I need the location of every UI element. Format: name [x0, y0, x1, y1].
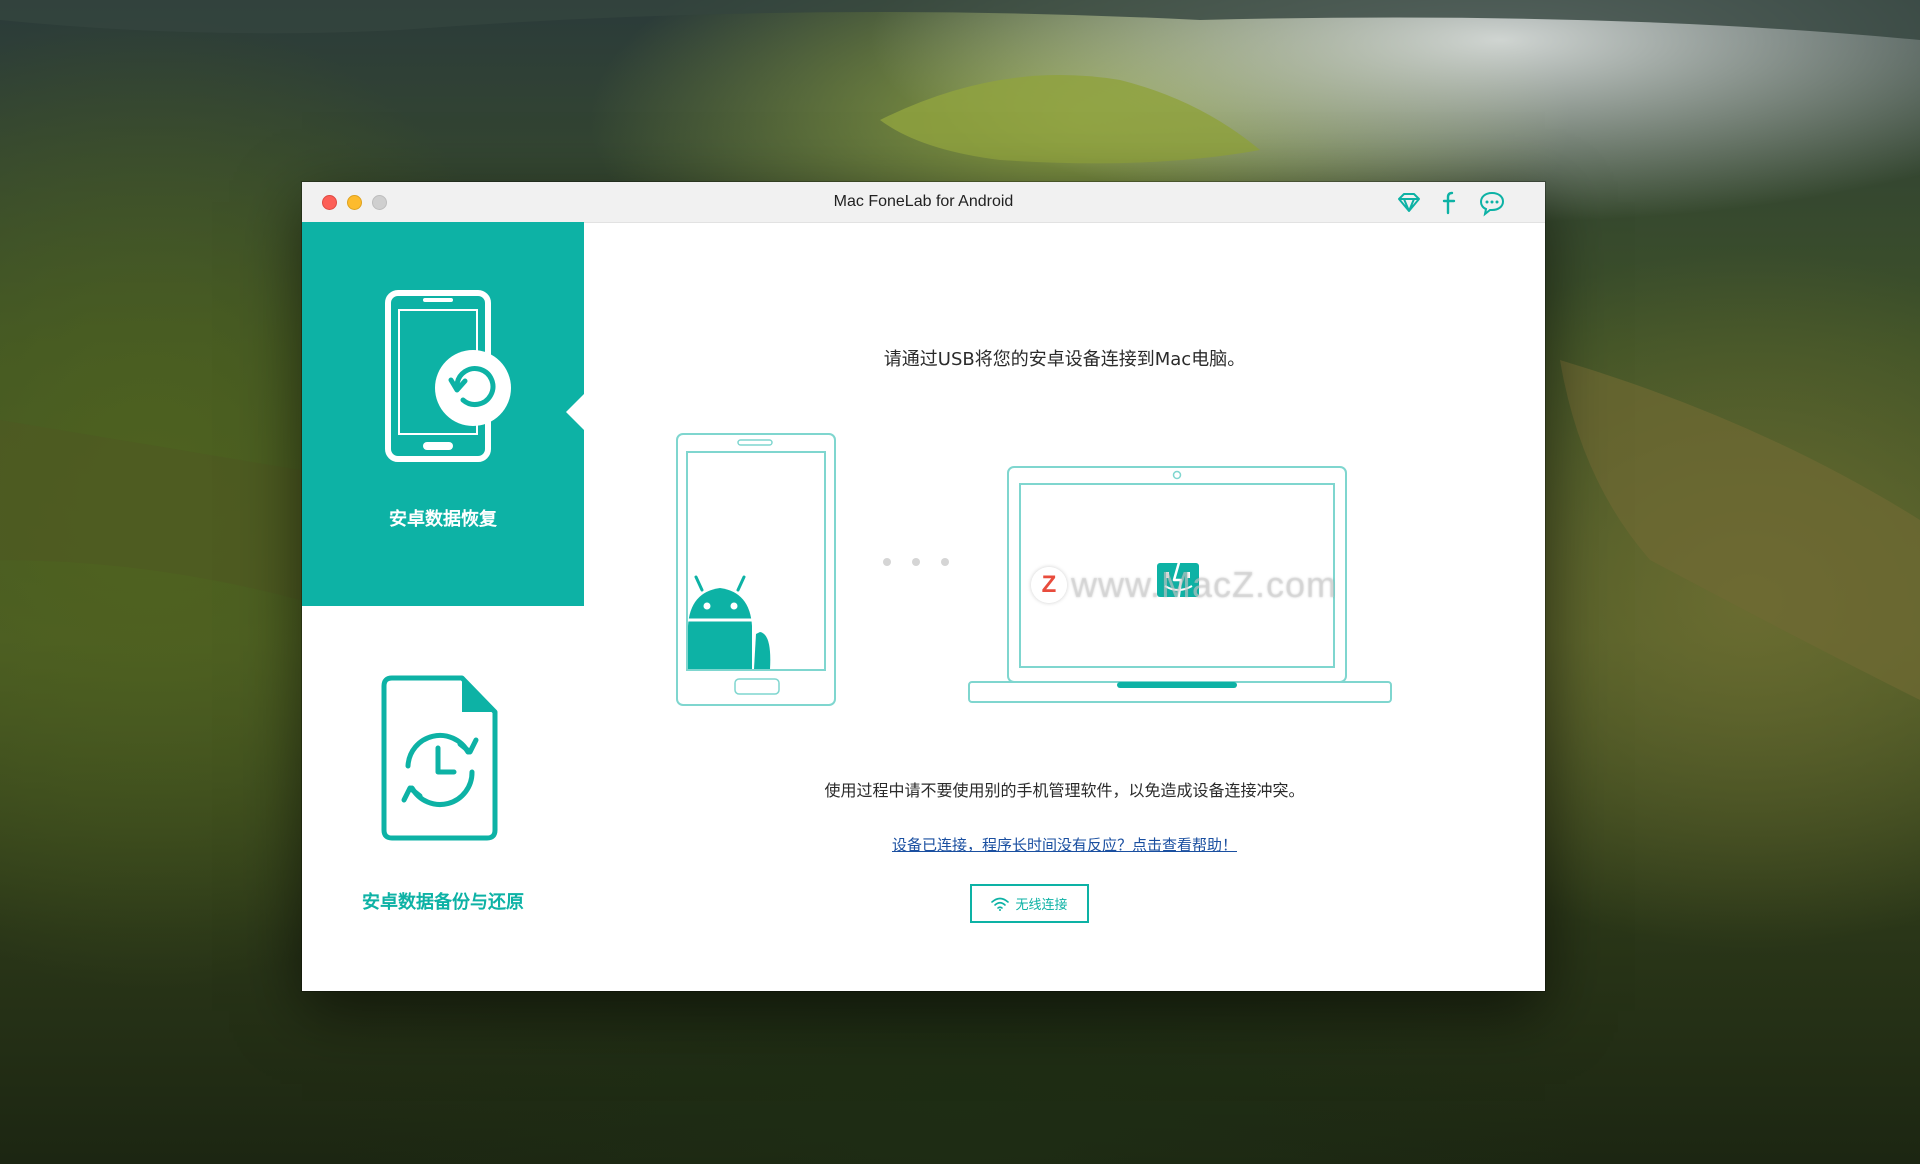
diamond-icon[interactable]	[1395, 189, 1423, 217]
main-content: 请通过USB将您的安卓设备连接到Mac电脑。 Z www.MacZ.com 使用…	[584, 222, 1545, 991]
conflict-notice: 使用过程中请不要使用别的手机管理软件，以免造成设备连接冲突。	[824, 781, 1305, 800]
file-backup-icon	[381, 675, 498, 841]
active-indicator-arrow	[566, 394, 584, 430]
chat-bubble-icon[interactable]	[1478, 189, 1506, 217]
connection-illustration	[676, 433, 1392, 706]
watermark-text: www.MacZ.com	[1071, 564, 1338, 605]
android-phone-illustration	[676, 433, 836, 706]
phone-recovery-icon	[385, 290, 511, 462]
watermark-logo-icon: Z	[1031, 567, 1067, 603]
connection-dots	[883, 558, 949, 566]
window-title: Mac FoneLab for Android	[833, 193, 1014, 210]
sidebar-item-android-backup-restore[interactable]: 安卓数据备份与还原	[302, 606, 584, 991]
sidebar-item-label: 安卓数据备份与还原	[362, 892, 524, 913]
wireless-connect-button[interactable]: 无线连接	[970, 884, 1089, 923]
sidebar-item-label: 安卓数据恢复	[389, 509, 497, 530]
wireless-connect-label: 无线连接	[1015, 898, 1068, 913]
sidebar-item-android-recovery[interactable]: 安卓数据恢复	[302, 222, 584, 606]
sidebar: 安卓数据恢复 安卓数据备份与还原	[302, 222, 584, 991]
wifi-icon	[991, 897, 1010, 911]
facebook-icon[interactable]	[1436, 189, 1464, 217]
help-link[interactable]: 设备已连接，程序长时间没有反应？点击查看帮助！	[584, 834, 1545, 855]
title-bar[interactable]: Mac FoneLab for Android	[302, 182, 1545, 223]
app-window: Mac FoneLab for Android 安卓数据恢复 安卓数据备份与还原…	[302, 182, 1545, 991]
